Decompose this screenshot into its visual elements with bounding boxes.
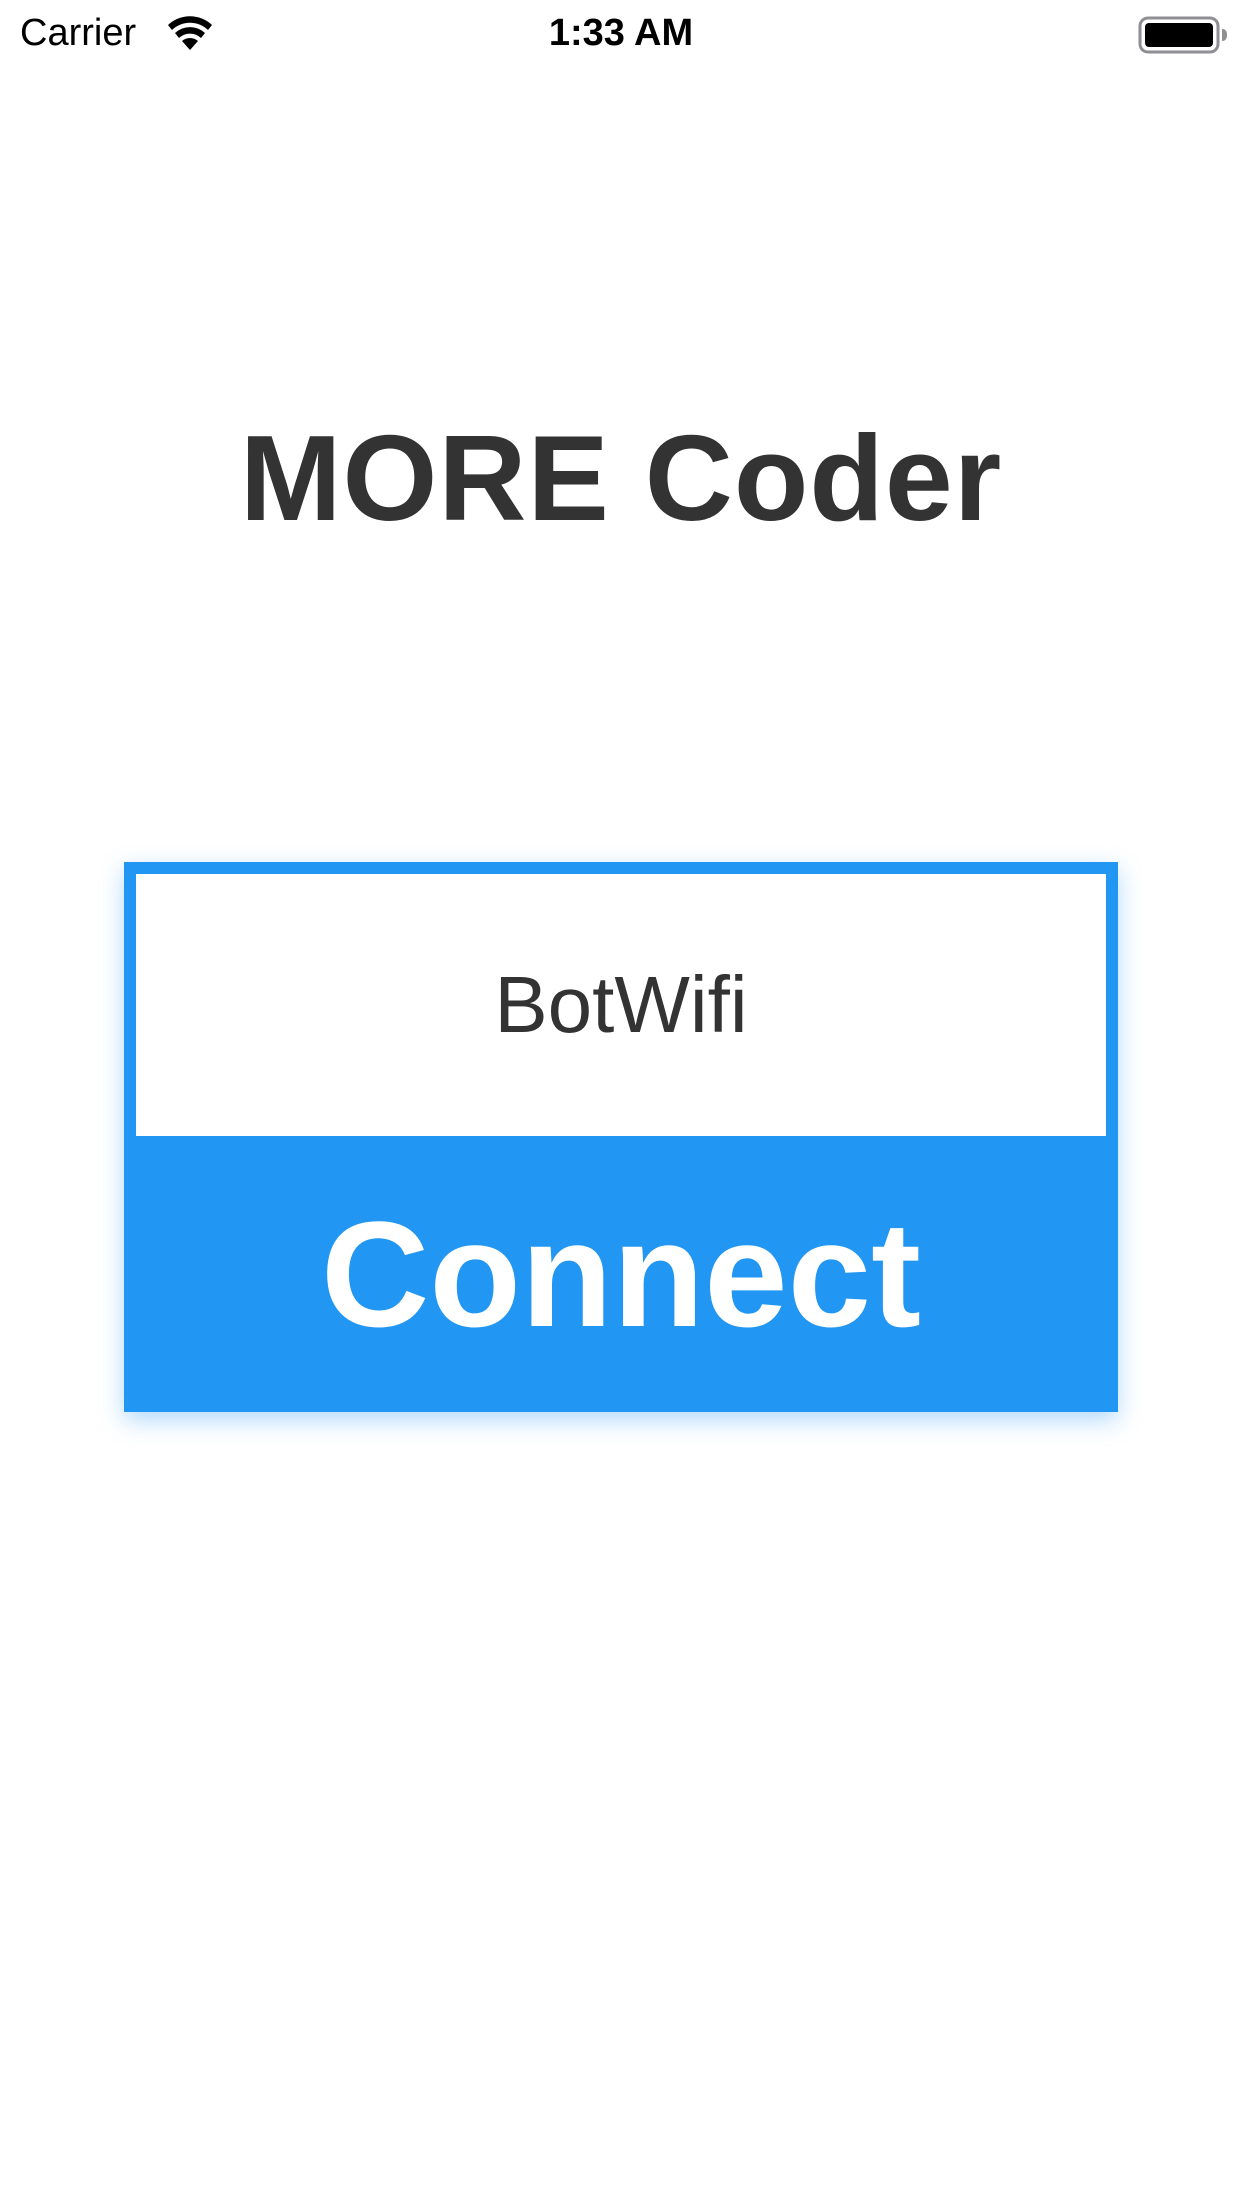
network-name-field[interactable]	[136, 874, 1106, 1136]
connect-button[interactable]: Connect	[124, 1136, 1118, 1412]
status-time: 1:33 AM	[548, 12, 694, 54]
battery-icon	[1138, 16, 1227, 54]
app-title: MORE Coder	[239, 410, 1003, 546]
status-bar: Carrier 1:33 AM	[0, 0, 1242, 66]
connect-card: Connect	[124, 862, 1118, 1412]
